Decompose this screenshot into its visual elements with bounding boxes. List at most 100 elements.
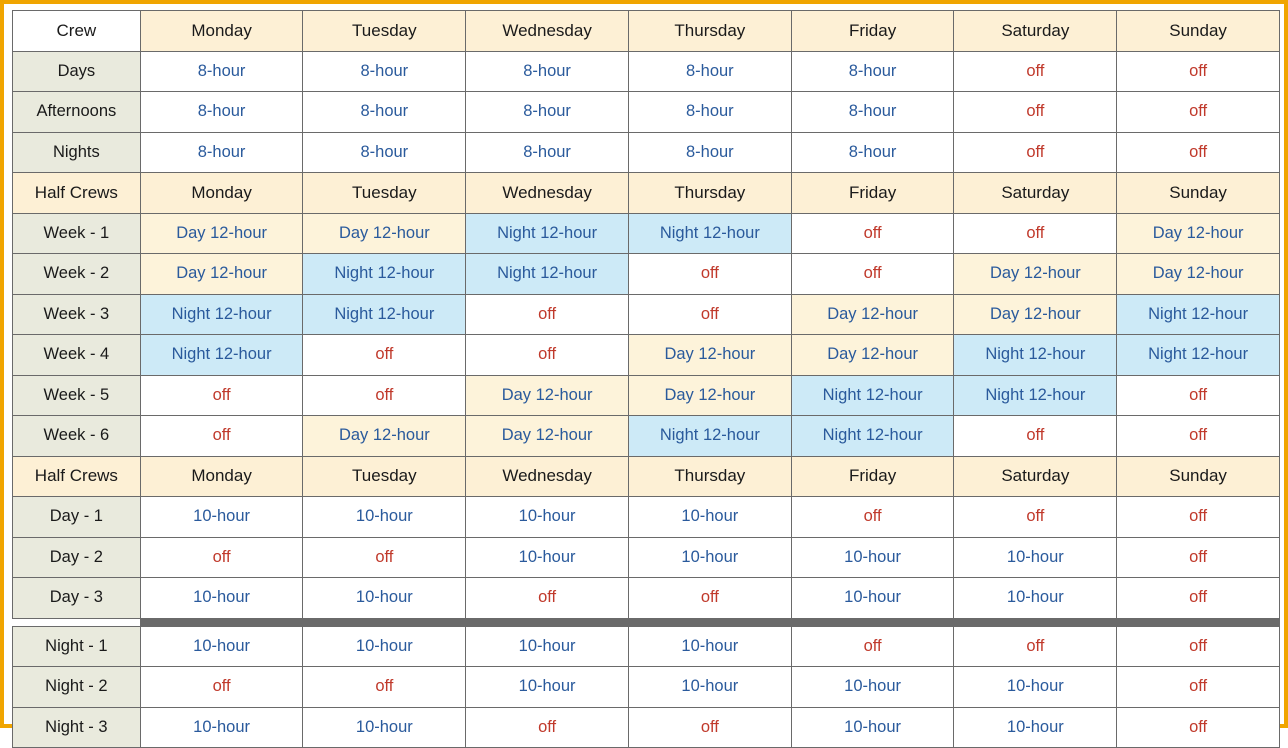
shift-cell: Day 12-hour xyxy=(627,334,792,376)
shift-cell: off xyxy=(953,91,1118,133)
shift-cell: Day 12-hour xyxy=(302,212,467,254)
shift-cell: 10-hour xyxy=(627,666,792,708)
row-label: Week - 4 xyxy=(12,334,141,376)
shift-cell: Night 12-hour xyxy=(1116,334,1280,376)
header-cell-day: Monday xyxy=(139,10,304,52)
header-cell-day: Saturday xyxy=(953,10,1118,52)
table-row: Week - 2 Day 12-hour Night 12-hour Night 12… xyxy=(12,253,1280,295)
shift-cell: Night 12-hour xyxy=(139,293,304,335)
shift-cell: off xyxy=(139,536,304,578)
shift-cell: 8-hour xyxy=(790,131,955,173)
header-cell-day: Tuesday xyxy=(302,455,467,497)
shift-cell: Day 12-hour xyxy=(139,212,304,254)
shift-cell: Day 12-hour xyxy=(1116,212,1280,254)
shift-cell: off xyxy=(139,374,304,416)
header-cell-crew: Half Crews xyxy=(12,455,141,497)
table-header-row: Half Crews Monday Tuesday Wednesday Thursday… xyxy=(12,172,1280,214)
shift-cell: 8-hour xyxy=(465,91,629,133)
shift-cell: 10-hour xyxy=(627,536,792,578)
shift-cell: off xyxy=(1116,50,1280,92)
shift-cell: 10-hour xyxy=(465,496,629,538)
row-label: Day - 3 xyxy=(12,577,141,619)
shift-cell: off xyxy=(1116,91,1280,133)
shift-cell: off xyxy=(1116,625,1280,667)
shift-cell: Night 12-hour xyxy=(465,212,629,254)
shift-cell: 8-hour xyxy=(627,91,792,133)
shift-cell: 10-hour xyxy=(139,496,304,538)
header-cell-day: Wednesday xyxy=(465,10,629,52)
shift-cell: off xyxy=(953,212,1118,254)
shift-cell: 10-hour xyxy=(790,536,955,578)
table-row: Days 8-hour 8-hour 8-hour 8-hour 8-hour off off xyxy=(12,50,1280,92)
shift-cell: off xyxy=(1116,706,1280,748)
table-row: Week - 6 off Day 12-hour Day 12-hour Night 1… xyxy=(12,415,1280,457)
shift-cell: 8-hour xyxy=(139,131,304,173)
shift-cell: 8-hour xyxy=(465,50,629,92)
shift-cell: off xyxy=(302,334,467,376)
header-cell-crew: Half Crews xyxy=(12,172,141,214)
divider-bar xyxy=(140,618,1280,626)
header-cell-day: Sunday xyxy=(1116,10,1280,52)
header-cell-day: Thursday xyxy=(627,455,792,497)
shift-cell: 8-hour xyxy=(790,91,955,133)
row-label: Night - 3 xyxy=(12,706,141,748)
shift-cell: Day 12-hour xyxy=(953,253,1118,295)
shift-cell: 10-hour xyxy=(139,577,304,619)
shift-cell: Night 12-hour xyxy=(1116,293,1280,335)
shift-cell: off xyxy=(302,374,467,416)
shift-cell: off xyxy=(139,415,304,457)
shift-cell: 10-hour xyxy=(953,536,1118,578)
shift-cell: Day 12-hour xyxy=(302,415,467,457)
shift-cell: Night 12-hour xyxy=(465,253,629,295)
shift-cell: 10-hour xyxy=(953,666,1118,708)
header-cell-day: Sunday xyxy=(1116,172,1280,214)
shift-cell: 10-hour xyxy=(953,577,1118,619)
header-cell-day: Monday xyxy=(139,455,304,497)
shift-cell: off xyxy=(1116,131,1280,173)
shift-cell: 10-hour xyxy=(465,536,629,578)
schedule-frame: Crew Monday Tuesday Wednesday Thursday Friday… xyxy=(0,0,1288,748)
shift-cell: 10-hour xyxy=(465,666,629,708)
shift-cell: 10-hour xyxy=(790,577,955,619)
shift-cell: off xyxy=(790,212,955,254)
shift-cell: off xyxy=(465,334,629,376)
row-label: Day - 2 xyxy=(12,536,141,578)
shift-cell: Day 12-hour xyxy=(790,334,955,376)
row-label: Afternoons xyxy=(12,91,141,133)
row-label: Days xyxy=(12,50,141,92)
shift-cell: off xyxy=(1116,496,1280,538)
shift-cell: 10-hour xyxy=(953,706,1118,748)
header-cell-day: Thursday xyxy=(627,10,792,52)
shift-cell: Night 12-hour xyxy=(302,253,467,295)
shift-cell: off xyxy=(627,253,792,295)
shift-cell: 8-hour xyxy=(302,131,467,173)
header-cell-day: Friday xyxy=(790,455,955,497)
shift-cell: Night 12-hour xyxy=(790,415,955,457)
row-label: Week - 1 xyxy=(12,212,141,254)
shift-cell: off xyxy=(627,706,792,748)
table-row: Night - 3 10-hour 10-hour off off 10-hour 10-h… xyxy=(12,706,1280,748)
shift-cell: Day 12-hour xyxy=(465,374,629,416)
shift-cell: off xyxy=(790,496,955,538)
shift-cell: off xyxy=(465,293,629,335)
shift-cell: off xyxy=(1116,666,1280,708)
row-label: Day - 1 xyxy=(12,496,141,538)
shift-cell: Night 12-hour xyxy=(627,415,792,457)
shift-cell: 8-hour xyxy=(302,91,467,133)
shift-cell: 10-hour xyxy=(790,666,955,708)
header-cell-day: Friday xyxy=(790,172,955,214)
table-row: Nights 8-hour 8-hour 8-hour 8-hour 8-hour off o… xyxy=(12,131,1280,173)
header-cell-day: Tuesday xyxy=(302,172,467,214)
header-cell-day: Wednesday xyxy=(465,172,629,214)
shift-cell: Night 12-hour xyxy=(139,334,304,376)
shift-cell: Day 12-hour xyxy=(790,293,955,335)
table-header-row: Half Crews Monday Tuesday Wednesday Thursday… xyxy=(12,455,1280,497)
shift-cell: 10-hour xyxy=(465,625,629,667)
table-row: Day - 3 10-hour 10-hour off off 10-hour 10-hou… xyxy=(12,577,1280,619)
shift-cell: off xyxy=(627,293,792,335)
header-cell-day: Saturday xyxy=(953,172,1118,214)
table-row: Day - 1 10-hour 10-hour 10-hour 10-hour off of… xyxy=(12,496,1280,538)
shift-cell: off xyxy=(139,666,304,708)
shift-cell: Day 12-hour xyxy=(139,253,304,295)
header-cell-day: Monday xyxy=(139,172,304,214)
